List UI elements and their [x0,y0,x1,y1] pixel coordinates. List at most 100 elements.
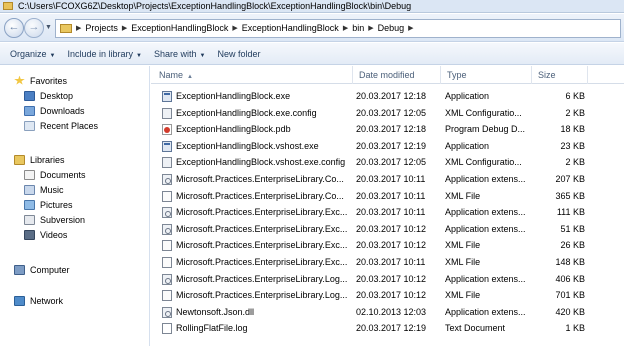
file-type: Application extens... [445,173,526,184]
recent-pages-dropdown-icon[interactable]: ▼ [45,24,52,31]
file-name: RollingFlatFile.log [176,323,248,334]
file-row[interactable]: Microsoft.Practices.EnterpriseLibrary.Lo… [151,271,624,288]
file-row[interactable]: Microsoft.Practices.EnterpriseLibrary.Ex… [151,221,624,238]
column-header-name[interactable]: Name ▲ [153,66,353,84]
address-bar[interactable]: ▶ Projects ▶ ExceptionHandlingBlock ▶ Ex… [55,19,621,38]
file-date: 20.03.2017 10:11 [356,207,426,218]
file-type: XML File [445,256,481,267]
column-header-size[interactable]: Size [532,66,588,84]
file-date: 20.03.2017 10:11 [356,173,426,184]
network-group: Network [0,293,150,308]
sidebar-item-music[interactable]: Music [0,182,150,197]
pdb-file-icon [162,124,172,136]
file-row[interactable]: Microsoft.Practices.EnterpriseLibrary.Lo… [151,287,624,304]
file-row[interactable]: ExceptionHandlingBlock.vshost.exe.config… [151,154,624,171]
share-with-button[interactable]: Share with ▼ [148,45,211,63]
sidebar-item-favorites[interactable]: Favorites [0,73,150,88]
breadcrumb-item[interactable]: Projects [85,23,118,33]
file-row[interactable]: Newtonsoft.Json.dll 02.10.2013 12:03 Appli… [151,304,624,321]
new-folder-label: New folder [217,48,261,59]
file-row[interactable]: Microsoft.Practices.EnterpriseLibrary.Co… [151,171,624,188]
file-date: 20.03.2017 10:12 [356,273,427,284]
xml-file-icon [162,256,172,268]
file-row[interactable]: RollingFlatFile.log 20.03.2017 12:19 Text … [151,320,624,337]
sidebar-item-videos[interactable]: Videos [0,227,150,242]
sidebar-item-subversion[interactable]: Subversion [0,212,150,227]
forward-button[interactable]: → [24,18,44,38]
file-date: 20.03.2017 10:12 [356,240,427,251]
file-size: 2 KB [565,157,585,168]
file-row[interactable]: ExceptionHandlingBlock.exe 20.03.2017 12:… [151,88,624,105]
breadcrumb-item[interactable]: ExceptionHandlingBlock [131,23,228,33]
chevron-right-icon[interactable]: ▶ [408,24,413,33]
file-size: 365 KB [555,190,585,201]
sidebar-item-downloads[interactable]: Downloads [0,103,150,118]
dll-file-icon [162,173,172,185]
pictures-icon [24,199,35,210]
dll-file-icon [162,273,172,285]
organize-button[interactable]: Organize ▼ [4,45,61,63]
sidebar-item-label: Recent Places [40,120,99,131]
chevron-right-icon[interactable]: ▶ [232,24,237,33]
chevron-right-icon[interactable]: ▶ [76,24,81,33]
file-type: XML Configuratio... [445,107,522,118]
new-folder-button[interactable]: New folder [211,45,266,63]
column-header-row: Name ▲ Date modified Type Size [151,66,624,84]
file-type: Program Debug D... [445,124,526,135]
sidebar-item-label: Downloads [40,105,85,116]
sidebar-item-recent-places[interactable]: Recent Places [0,118,150,133]
sidebar-item-computer[interactable]: Computer [0,262,150,277]
chevron-right-icon[interactable]: ▶ [122,24,127,33]
sidebar-item-network[interactable]: Network [0,293,150,308]
file-row[interactable]: Microsoft.Practices.EnterpriseLibrary.Ex… [151,204,624,221]
dll-file-icon [162,306,172,318]
column-header-date-modified[interactable]: Date modified [353,66,441,84]
breadcrumb-item[interactable]: ExceptionHandlingBlock [242,23,339,33]
breadcrumb-item[interactable]: bin [352,23,364,33]
sidebar-item-documents[interactable]: Documents [0,167,150,182]
chevron-right-icon[interactable]: ▶ [343,24,348,33]
column-header-label: Name [159,70,184,80]
file-type: Application extens... [445,207,526,218]
file-list-pane: Name ▲ Date modified Type Size ExceptionH… [151,66,624,346]
text-file-icon [162,323,172,335]
navigation-bar: ← → ▼ ▶ Projects ▶ ExceptionHandlingBloc… [0,14,624,42]
file-type: XML File [445,190,481,201]
file-row[interactable]: Microsoft.Practices.EnterpriseLibrary.Ex… [151,254,624,271]
file-name: Microsoft.Practices.EnterpriseLibrary.Co… [176,173,344,184]
sidebar-item-label: Subversion [40,214,86,225]
folder-icon [60,24,72,33]
sidebar-item-label: Videos [40,229,68,240]
file-type: Application [445,140,490,151]
file-row[interactable]: ExceptionHandlingBlock.pdb 20.03.2017 12:… [151,121,624,138]
file-row[interactable]: ExceptionHandlingBlock.vshost.exe 20.03.2… [151,138,624,155]
breadcrumb-item[interactable]: Debug [378,23,405,33]
dll-file-icon [162,223,172,235]
forward-arrow-icon: → [28,21,40,33]
file-row[interactable]: Microsoft.Practices.EnterpriseLibrary.Ex… [151,237,624,254]
xml-file-icon [162,290,172,302]
chevron-right-icon[interactable]: ▶ [368,24,373,33]
back-button[interactable]: ← [4,18,24,38]
include-in-library-button[interactable]: Include in library ▼ [61,45,147,63]
file-type: XML Configuratio... [445,157,522,168]
file-row[interactable]: ExceptionHandlingBlock.exe.config 20.03.2… [151,105,624,122]
file-name: Microsoft.Practices.EnterpriseLibrary.Lo… [176,290,348,301]
documents-icon [24,169,35,180]
config-file-icon [162,107,172,119]
sidebar-item-libraries[interactable]: Libraries [0,152,150,167]
sidebar-item-desktop[interactable]: Desktop [0,88,150,103]
file-row[interactable]: Microsoft.Practices.EnterpriseLibrary.Co… [151,188,624,205]
file-name: Microsoft.Practices.EnterpriseLibrary.Ex… [176,223,348,234]
xml-file-icon [162,190,172,202]
title-bar: C:\Users\FCOXG6Z\Desktop\Projects\Except… [0,0,624,13]
libraries-icon [14,154,25,165]
file-name: ExceptionHandlingBlock.vshost.exe.config [176,157,346,168]
sidebar-item-pictures[interactable]: Pictures [0,197,150,212]
file-name: Microsoft.Practices.EnterpriseLibrary.Ex… [176,240,348,251]
column-header-type[interactable]: Type [441,66,532,84]
sidebar-item-label: Libraries [30,154,65,165]
chevron-down-icon: ▼ [199,52,206,59]
file-date: 20.03.2017 10:11 [356,256,426,267]
file-size: 420 KB [555,306,585,317]
